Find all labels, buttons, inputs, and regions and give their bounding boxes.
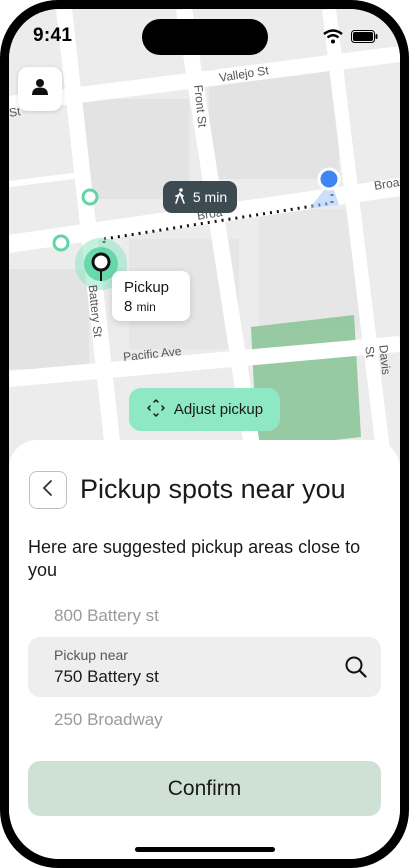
alt-pickup-dot [81,188,99,206]
dynamic-island [142,19,268,55]
battery-icon [351,30,378,48]
pickup-location-field[interactable]: Pickup near 750 Battery st [28,637,381,697]
search-icon[interactable] [345,656,367,683]
chevron-left-icon [42,479,54,502]
pickup-field-label: Pickup near [54,647,128,663]
walk-time-chip: 5 min [163,181,237,213]
map-view[interactable]: Vallejo St Front St Broa Broa Battery St… [9,9,400,461]
home-indicator [135,847,275,852]
pickup-option-above[interactable]: 800 Battery st [54,606,159,626]
user-icon [31,78,49,101]
walk-icon [173,187,187,207]
pickup-field-value: 750 Battery st [54,667,159,686]
pickup-eta-value: 8 min [124,298,156,315]
adjust-pickup-label: Adjust pickup [173,401,264,418]
user-location-pin [317,167,341,191]
confirm-button[interactable]: Confirm [28,761,381,816]
status-time: 9:41 [33,25,73,46]
bottom-sheet: Pickup spots near you Here are suggested… [9,440,400,859]
adjust-pickup-button[interactable]: Adjust pickup [129,388,280,431]
pickup-eta-unit: min [136,300,156,314]
wifi-icon [323,29,343,49]
adjust-target-icon [146,398,166,422]
status-icons [323,29,378,49]
pickup-eta-title: Pickup [124,279,170,296]
pickup-eta-number: 8 [124,298,133,315]
phone-frame: Vallejo St Front St Broa Broa Battery St… [0,0,409,868]
pickup-option-below[interactable]: 250 Broadway [54,710,163,730]
street-label-davis: Davis St [362,344,394,376]
screen: Vallejo St Front St Broa Broa Battery St… [9,9,400,859]
sheet-description: Here are suggested pickup areas close to… [28,537,361,580]
sheet-title: Pickup spots near you [80,474,346,504]
walk-time-label: 5 min [192,189,228,205]
pickup-eta-card: Pickup 8 min [112,271,190,321]
pickup-pin [91,252,111,272]
profile-button[interactable] [18,67,62,111]
status-bar: 9:41 [9,9,400,59]
alt-pickup-dot [52,234,70,252]
back-button[interactable] [29,471,67,509]
